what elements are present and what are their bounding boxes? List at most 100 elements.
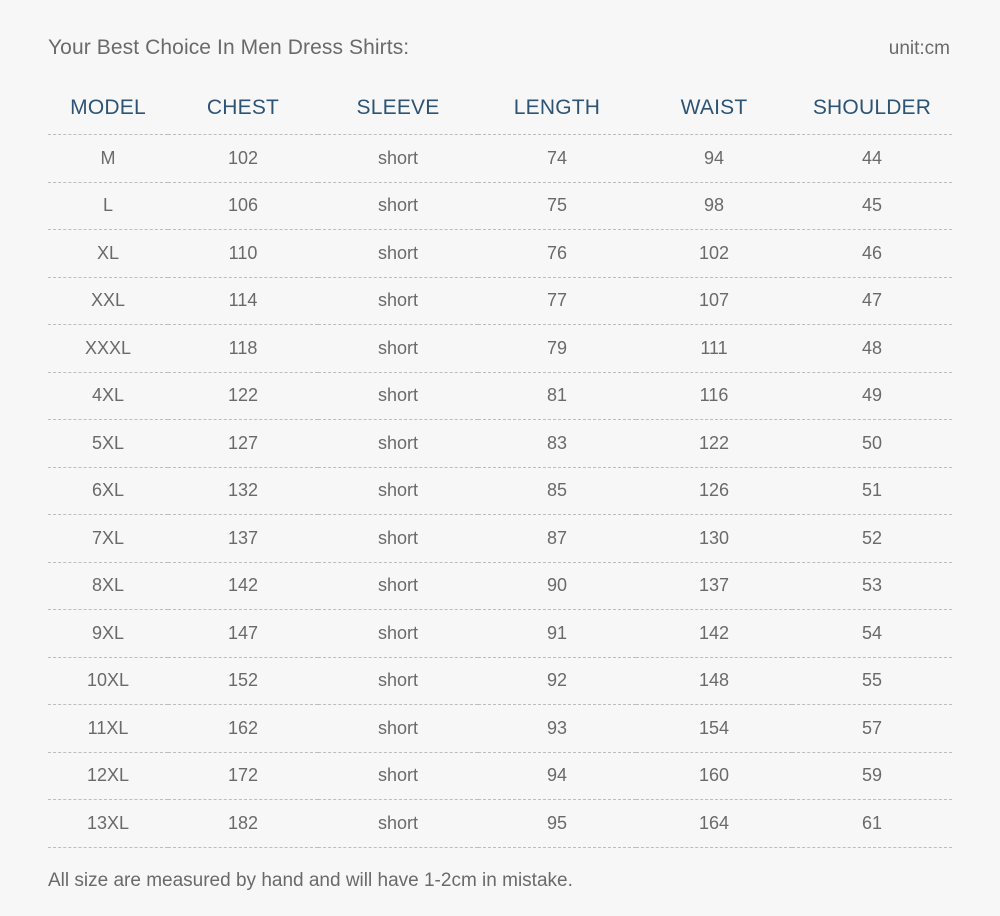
cell-shoulder: 45 bbox=[792, 182, 952, 230]
table-header-row: MODEL CHEST SLEEVE LENGTH WAIST SHOULDER bbox=[48, 96, 952, 135]
cell-model: XL bbox=[48, 229, 168, 278]
cell-model: L bbox=[48, 182, 168, 230]
unit-label: unit:cm bbox=[888, 38, 950, 59]
cell-chest: 162 bbox=[168, 704, 318, 753]
cell-chest: 122 bbox=[168, 372, 318, 420]
cell-waist: 111 bbox=[636, 324, 792, 373]
table-row: L 106 short 75 98 45 bbox=[48, 182, 952, 230]
page-title: Your Best Choice In Men Dress Shirts: bbox=[48, 36, 410, 59]
cell-shoulder: 49 bbox=[792, 372, 952, 420]
cell-shoulder: 47 bbox=[792, 277, 952, 325]
cell-length: 75 bbox=[478, 182, 636, 230]
cell-waist: 154 bbox=[636, 704, 792, 753]
cell-shoulder: 50 bbox=[792, 419, 952, 468]
cell-shoulder: 53 bbox=[792, 562, 952, 610]
cell-chest: 118 bbox=[168, 324, 318, 373]
cell-model: M bbox=[48, 134, 168, 183]
table-row: 5XL 127 short 83 122 50 bbox=[48, 419, 952, 468]
cell-length: 90 bbox=[478, 562, 636, 610]
table-row: 9XL 147 short 91 142 54 bbox=[48, 609, 952, 658]
cell-length: 95 bbox=[478, 799, 636, 848]
cell-sleeve: short bbox=[318, 277, 478, 325]
cell-length: 92 bbox=[478, 657, 636, 705]
cell-sleeve: short bbox=[318, 229, 478, 278]
table-row: XL 110 short 76 102 46 bbox=[48, 229, 952, 278]
cell-chest: 114 bbox=[168, 277, 318, 325]
table-row: 13XL 182 short 95 164 61 bbox=[48, 799, 952, 848]
cell-sleeve: short bbox=[318, 419, 478, 468]
cell-chest: 102 bbox=[168, 134, 318, 183]
cell-sleeve: short bbox=[318, 752, 478, 800]
cell-shoulder: 55 bbox=[792, 657, 952, 705]
column-header-sleeve: SLEEVE bbox=[318, 96, 478, 135]
cell-sleeve: short bbox=[318, 467, 478, 515]
cell-waist: 160 bbox=[636, 752, 792, 800]
table-row: 8XL 142 short 90 137 53 bbox=[48, 562, 952, 610]
cell-shoulder: 54 bbox=[792, 609, 952, 658]
cell-model: 9XL bbox=[48, 609, 168, 658]
cell-shoulder: 48 bbox=[792, 324, 952, 373]
cell-chest: 137 bbox=[168, 514, 318, 563]
size-chart-table: MODEL CHEST SLEEVE LENGTH WAIST SHOULDER… bbox=[48, 96, 952, 848]
table-row: M 102 short 74 94 44 bbox=[48, 134, 952, 183]
cell-length: 91 bbox=[478, 609, 636, 658]
cell-model: 8XL bbox=[48, 562, 168, 610]
cell-waist: 137 bbox=[636, 562, 792, 610]
cell-chest: 127 bbox=[168, 419, 318, 468]
table-row: 10XL 152 short 92 148 55 bbox=[48, 657, 952, 705]
cell-sleeve: short bbox=[318, 514, 478, 563]
cell-waist: 130 bbox=[636, 514, 792, 563]
cell-shoulder: 57 bbox=[792, 704, 952, 753]
cell-waist: 116 bbox=[636, 372, 792, 420]
cell-length: 77 bbox=[478, 277, 636, 325]
cell-chest: 132 bbox=[168, 467, 318, 515]
cell-sleeve: short bbox=[318, 562, 478, 610]
column-header-shoulder: SHOULDER bbox=[792, 96, 952, 135]
cell-length: 74 bbox=[478, 134, 636, 183]
cell-sleeve: short bbox=[318, 182, 478, 230]
column-header-length: LENGTH bbox=[478, 96, 636, 135]
table-body: M 102 short 74 94 44 L 106 short 75 98 4… bbox=[48, 134, 952, 848]
cell-sleeve: short bbox=[318, 657, 478, 705]
cell-shoulder: 52 bbox=[792, 514, 952, 563]
cell-model: 5XL bbox=[48, 419, 168, 468]
cell-length: 85 bbox=[478, 467, 636, 515]
cell-waist: 148 bbox=[636, 657, 792, 705]
table-row: 7XL 137 short 87 130 52 bbox=[48, 514, 952, 563]
cell-chest: 110 bbox=[168, 229, 318, 278]
chart-header: Your Best Choice In Men Dress Shirts: un… bbox=[48, 0, 952, 96]
measurement-disclaimer: All size are measured by hand and will h… bbox=[48, 869, 573, 891]
cell-shoulder: 46 bbox=[792, 229, 952, 278]
cell-length: 87 bbox=[478, 514, 636, 563]
cell-model: 4XL bbox=[48, 372, 168, 420]
table-row: 12XL 172 short 94 160 59 bbox=[48, 752, 952, 800]
cell-chest: 152 bbox=[168, 657, 318, 705]
cell-sleeve: short bbox=[318, 372, 478, 420]
cell-model: 6XL bbox=[48, 467, 168, 515]
cell-chest: 106 bbox=[168, 182, 318, 230]
cell-length: 76 bbox=[478, 229, 636, 278]
cell-chest: 147 bbox=[168, 609, 318, 658]
cell-waist: 107 bbox=[636, 277, 792, 325]
cell-model: XXL bbox=[48, 277, 168, 325]
cell-waist: 102 bbox=[636, 229, 792, 278]
cell-sleeve: short bbox=[318, 704, 478, 753]
column-header-model: MODEL bbox=[48, 96, 168, 135]
column-header-chest: CHEST bbox=[168, 96, 318, 135]
cell-length: 94 bbox=[478, 752, 636, 800]
cell-waist: 122 bbox=[636, 419, 792, 468]
cell-model: 11XL bbox=[48, 704, 168, 753]
cell-chest: 142 bbox=[168, 562, 318, 610]
cell-model: 7XL bbox=[48, 514, 168, 563]
table-row: XXXL 118 short 79 111 48 bbox=[48, 324, 952, 373]
cell-model: XXXL bbox=[48, 324, 168, 373]
cell-chest: 172 bbox=[168, 752, 318, 800]
cell-shoulder: 59 bbox=[792, 752, 952, 800]
cell-model: 12XL bbox=[48, 752, 168, 800]
size-chart-page: Your Best Choice In Men Dress Shirts: un… bbox=[0, 0, 1000, 916]
cell-chest: 182 bbox=[168, 799, 318, 848]
cell-sleeve: short bbox=[318, 134, 478, 183]
cell-model: 13XL bbox=[48, 799, 168, 848]
cell-waist: 98 bbox=[636, 182, 792, 230]
table-header: MODEL CHEST SLEEVE LENGTH WAIST SHOULDER bbox=[48, 96, 952, 135]
